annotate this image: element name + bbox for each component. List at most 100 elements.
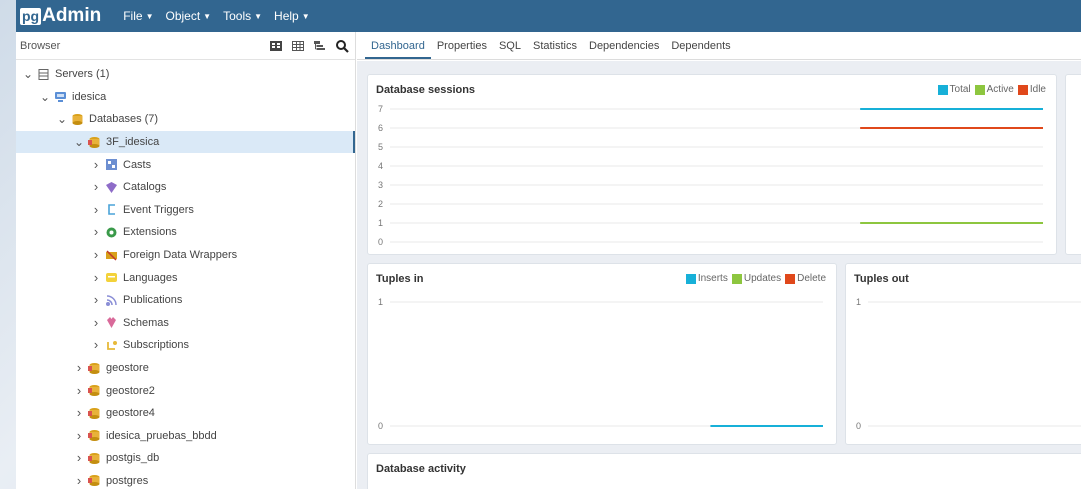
search-icon[interactable]: [335, 39, 349, 53]
chevron-down-icon[interactable]: ⌄: [73, 136, 85, 148]
tree-node[interactable]: › Publications: [16, 289, 355, 312]
chevron-right-icon[interactable]: ›: [73, 361, 85, 374]
chevron-right-icon[interactable]: ›: [73, 451, 85, 464]
tab-dependencies[interactable]: Dependencies: [583, 40, 665, 59]
menu-tools[interactable]: Tools ▼: [223, 9, 262, 23]
tree-node-label: idesica: [72, 90, 107, 103]
chevron-right-icon[interactable]: ›: [90, 158, 102, 171]
chevron-right-icon[interactable]: ›: [90, 316, 102, 329]
legend-swatch-updates: [731, 273, 742, 284]
tree-node-label: Schemas: [123, 316, 169, 329]
tree-node[interactable]: › Schemas: [16, 312, 355, 335]
pgadmin-window: pg Admin File ▼ Object ▼ Tools ▼ Help ▼ Brow…: [16, 0, 1081, 489]
server-icon: [54, 90, 67, 103]
tree-node[interactable]: › Casts: [16, 153, 355, 176]
tuples-out-title: Tuples out: [854, 273, 909, 285]
y-tick-label: 0: [378, 421, 383, 431]
chevron-right-icon[interactable]: ›: [90, 293, 102, 306]
y-tick-label: 0: [856, 421, 861, 431]
tree-node[interactable]: › idesica_pruebas_bbdd: [16, 425, 355, 448]
database-icon: [88, 474, 101, 487]
casts-icon: [105, 158, 118, 171]
tree-node[interactable]: › geostore: [16, 357, 355, 380]
browser-panel: Browser ⌄ Servers (1) ⌄ idesica ⌄ Databases (…: [16, 32, 356, 489]
chevron-right-icon[interactable]: ›: [90, 203, 102, 216]
subscriptions-icon: [105, 339, 118, 352]
chevron-down-icon[interactable]: ⌄: [39, 91, 51, 103]
tree-node[interactable]: ⌄ 3F_idesica: [16, 130, 355, 154]
database-icon: [88, 407, 101, 420]
menu-help[interactable]: Help ▼: [274, 9, 310, 23]
tab-dependents[interactable]: Dependents: [665, 40, 736, 59]
tree-node[interactable]: › Extensions: [16, 221, 355, 244]
tab-statistics[interactable]: Statistics: [527, 40, 583, 59]
tuples-out-chart: 10: [846, 297, 1081, 438]
tree-node-label: Languages: [123, 271, 178, 284]
tree-node-label: idesica_pruebas_bbdd: [106, 429, 217, 442]
chevron-right-icon[interactable]: ›: [73, 429, 85, 442]
y-tick-label: 0: [378, 237, 383, 247]
chevron-down-icon: ▼: [203, 11, 212, 21]
tree-node[interactable]: ⌄ Databases (7): [16, 108, 355, 131]
chevron-right-icon[interactable]: ›: [73, 384, 85, 397]
chevron-right-icon[interactable]: ›: [90, 180, 102, 193]
menu-object[interactable]: Object ▼: [165, 9, 211, 23]
tree-node-label: Casts: [123, 158, 152, 171]
browser-title: Browser: [20, 39, 61, 52]
menu-file[interactable]: File ▼: [123, 9, 153, 23]
dashboard-area: Database sessions Total Active Idle 7 6 5 4…: [357, 61, 1081, 489]
y-tick-label: 7: [378, 104, 383, 114]
tab-dashboard[interactable]: Dashboard: [365, 40, 431, 59]
tree-node[interactable]: › postgis_db: [16, 447, 355, 470]
chart-svg: 7 6 5 4 3 2 1 0: [378, 104, 1043, 247]
tree-node-label: Extensions: [123, 226, 177, 239]
tree-node[interactable]: › Foreign Data Wrappers: [16, 244, 355, 267]
chevron-right-icon[interactable]: ›: [90, 225, 102, 238]
tuples-in-chart: 10: [368, 297, 838, 438]
view-data-icon[interactable]: [291, 39, 305, 53]
query-tool-icon[interactable]: [269, 39, 283, 53]
chevron-right-icon[interactable]: ›: [90, 338, 102, 351]
chevron-right-icon[interactable]: ›: [90, 248, 102, 261]
tree-node-label: Databases (7): [89, 113, 159, 126]
tree-node[interactable]: ⌄ Servers (1): [16, 63, 355, 86]
tuples-in-card: Tuples in Inserts Updates Delete 10: [367, 263, 837, 445]
chevron-down-icon: ▼: [145, 11, 154, 21]
chevron-right-icon[interactable]: ›: [73, 474, 85, 487]
object-tree: ⌄ Servers (1) ⌄ idesica ⌄ Databases (7) ⌄ 3F_id…: [16, 60, 355, 489]
filter-rows-icon[interactable]: [313, 39, 327, 53]
foreign-data-wrappers-icon: [105, 249, 118, 262]
chart-svg: 10: [378, 297, 823, 431]
chevron-right-icon[interactable]: ›: [90, 271, 102, 284]
tree-node[interactable]: ⌄ idesica: [16, 86, 355, 109]
legend-label-idle: Idle: [1029, 84, 1046, 95]
main-content: Dashboard Properties SQL Statistics Depe…: [357, 32, 1081, 489]
catalogs-icon: [105, 181, 118, 194]
tree-node[interactable]: › Subscriptions: [16, 334, 355, 357]
y-tick-label: 1: [856, 297, 861, 307]
tab-sql[interactable]: SQL: [493, 40, 527, 59]
tuples-in-title: Tuples in: [376, 273, 424, 285]
transactions-card-edge: [1065, 74, 1081, 255]
tab-properties[interactable]: Properties: [431, 40, 493, 59]
tree-node[interactable]: › Catalogs: [16, 176, 355, 199]
chevron-down-icon[interactable]: ⌄: [56, 113, 68, 125]
y-tick-label: 2: [378, 199, 383, 209]
legend-swatch-idle: [1017, 84, 1028, 95]
tree-node[interactable]: › geostore2: [16, 379, 355, 402]
tree-node[interactable]: › Event Triggers: [16, 199, 355, 222]
event-triggers-icon: [105, 203, 118, 216]
database-icon: [88, 362, 101, 375]
tree-node[interactable]: › Languages: [16, 266, 355, 289]
sessions-chart: 7 6 5 4 3 2 1 0: [368, 104, 1058, 250]
legend-swatch-active: [974, 84, 985, 95]
legend-label-updates: Updates: [743, 273, 782, 284]
servers-icon: [37, 68, 50, 81]
extensions-icon: [105, 226, 118, 239]
chevron-right-icon[interactable]: ›: [73, 406, 85, 419]
tree-node[interactable]: › geostore4: [16, 402, 355, 425]
chevron-down-icon[interactable]: ⌄: [22, 68, 34, 80]
schemas-icon: [105, 316, 118, 329]
tree-node[interactable]: › postgres: [16, 470, 355, 489]
menu-help-label: Help: [274, 9, 299, 23]
